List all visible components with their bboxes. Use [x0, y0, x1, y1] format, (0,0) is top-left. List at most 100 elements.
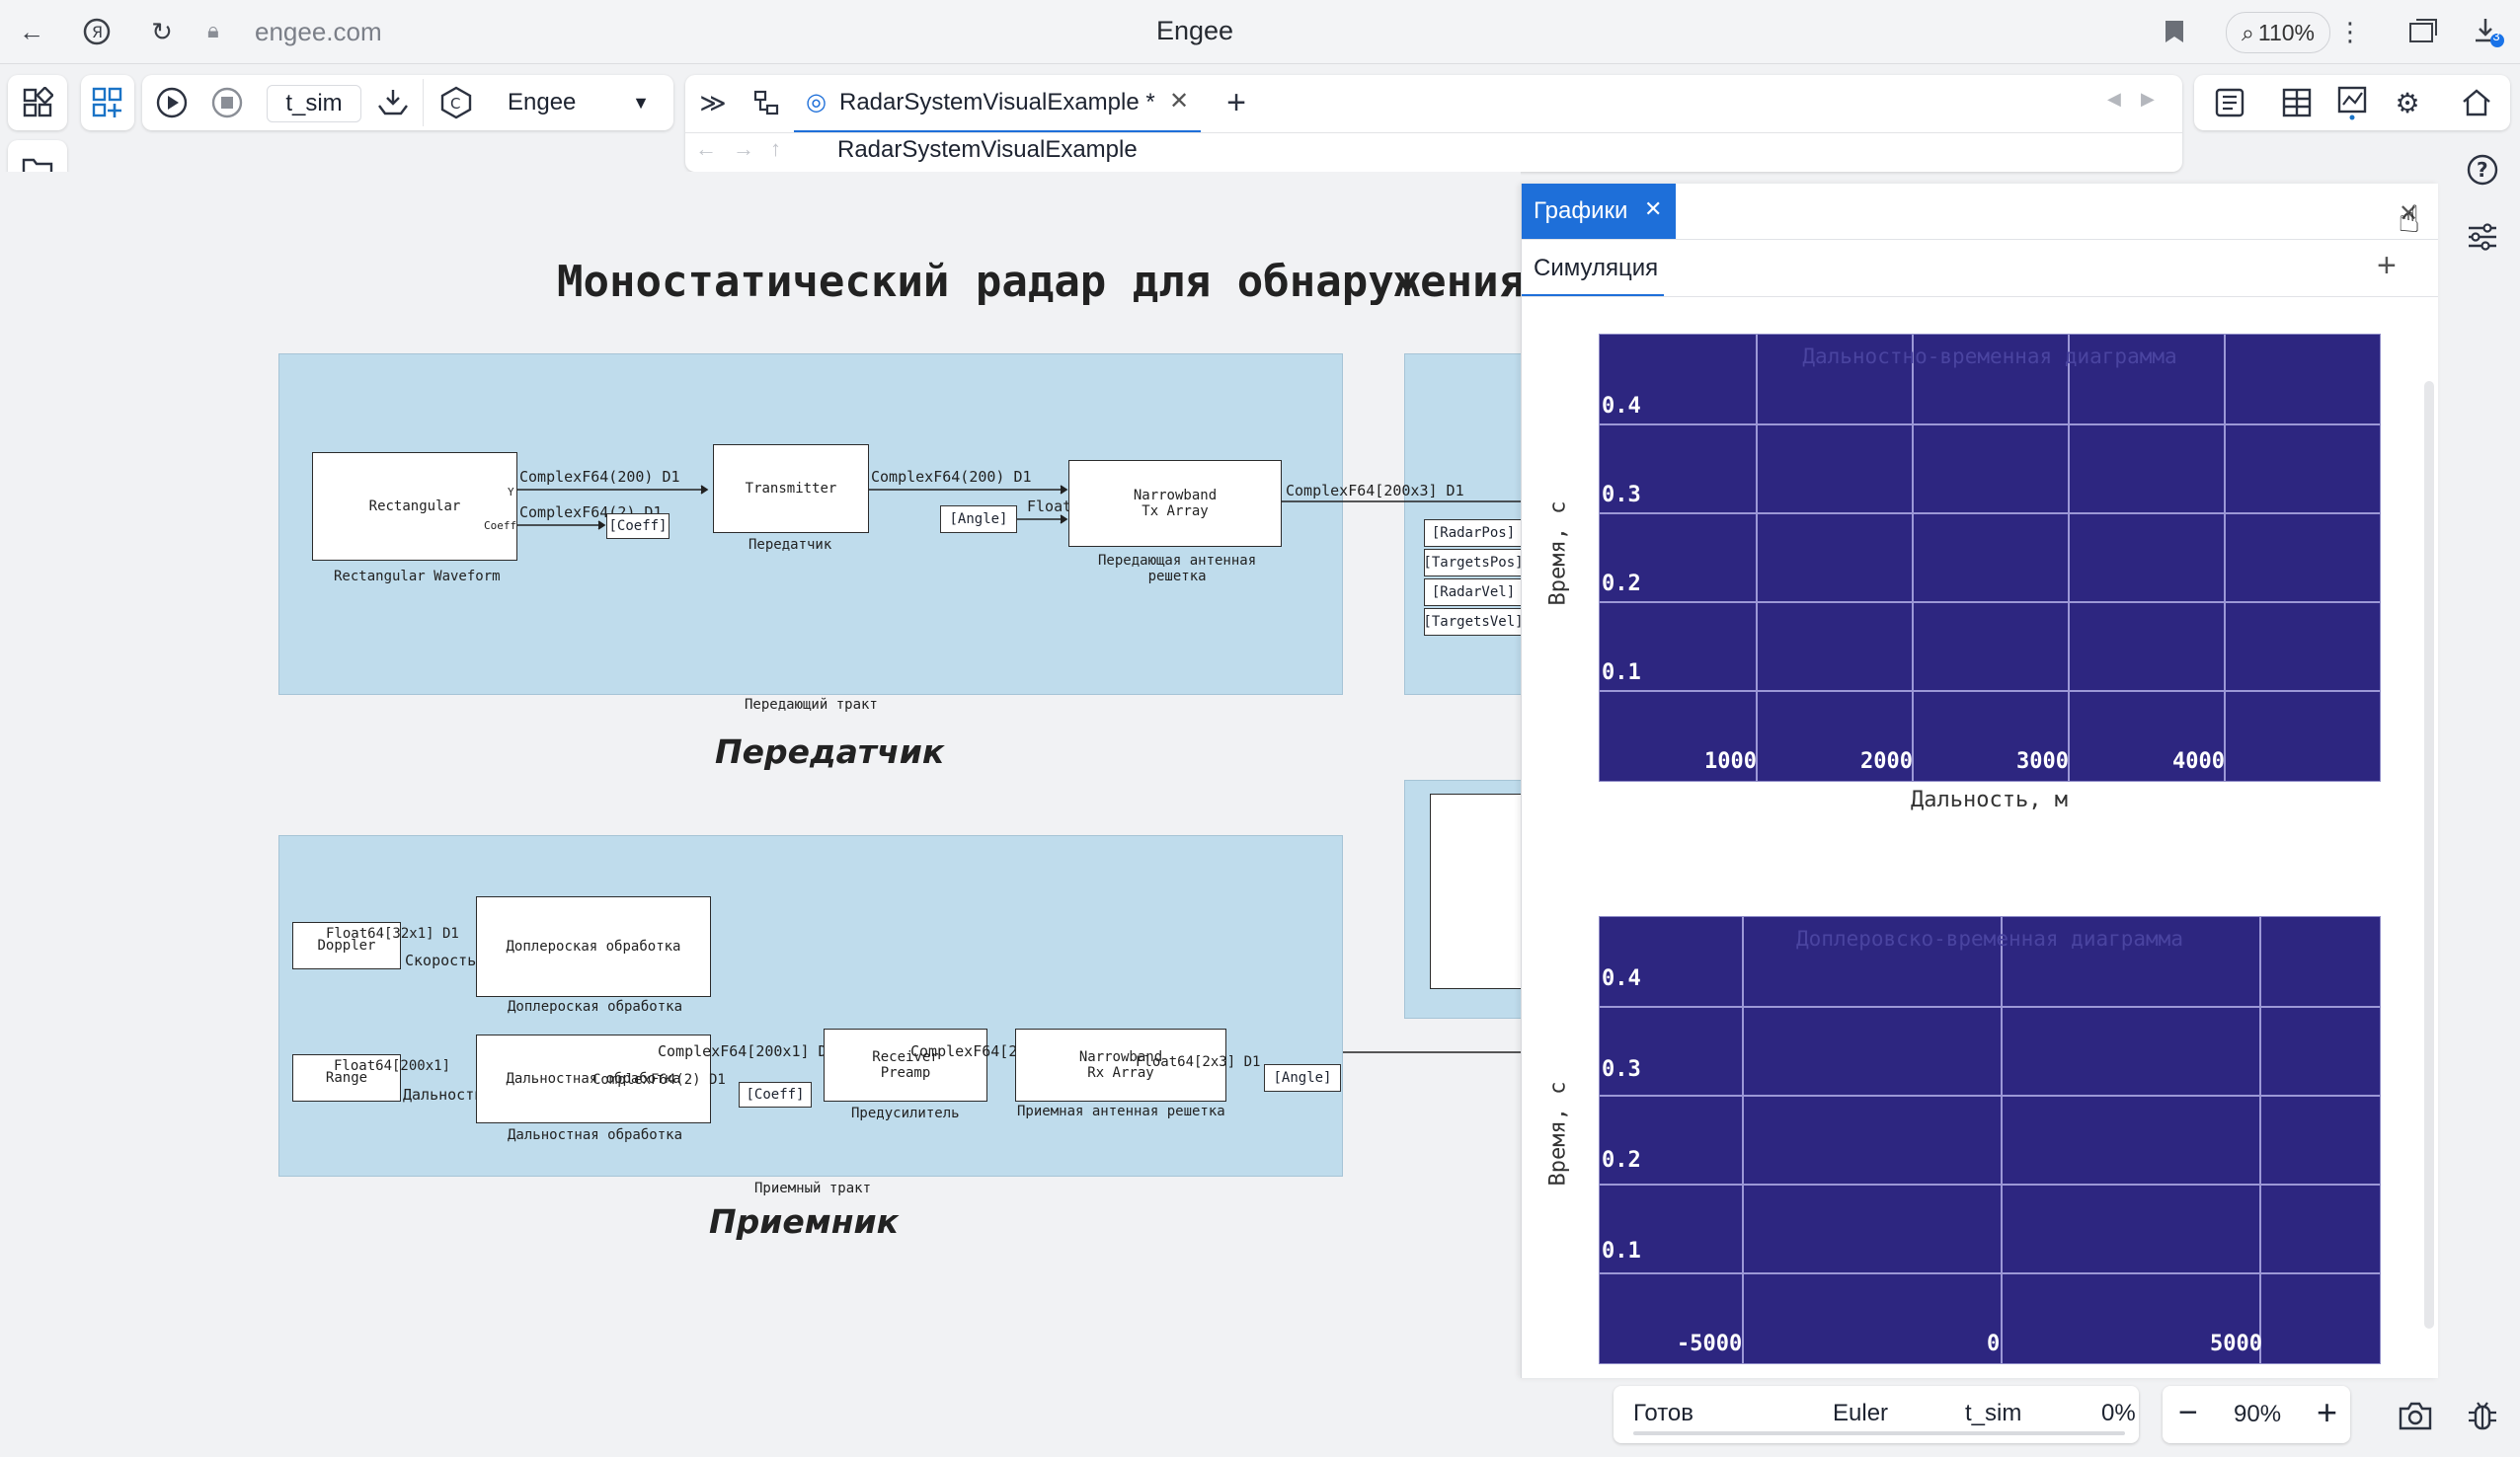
scroll-tabs-right-icon[interactable]: ▶: [2141, 89, 2155, 110]
angle-from-tag[interactable]: [Angle]: [940, 505, 1017, 533]
divider: [423, 79, 424, 126]
doppler-time-plot[interactable]: Доплеровско-временная диаграмма 0.4 0.3 …: [1599, 916, 2381, 1364]
y-axis-label: Время, с: [1545, 1081, 1571, 1187]
stop-icon[interactable]: [205, 81, 249, 124]
target-block[interactable]: [1430, 794, 1523, 989]
goto-tag[interactable]: [RadarVel]: [1424, 578, 1523, 606]
close-graphs-icon[interactable]: ✕: [1644, 196, 1662, 222]
debug-bug-icon[interactable]: [2461, 1394, 2504, 1437]
more-menu-icon[interactable]: ⋮: [2332, 14, 2368, 49]
svg-text:C: C: [450, 95, 460, 113]
chevron-down-icon: ▼: [632, 92, 650, 113]
coeff-from-tag[interactable]: [Coeff]: [739, 1082, 812, 1108]
receiver-preamp-block[interactable]: Receiver Preamp: [824, 1029, 987, 1102]
goto-tag[interactable]: [TargetsVel]: [1423, 608, 1524, 636]
x-tick: 5000: [2210, 1332, 2262, 1356]
svg-text:?: ?: [2477, 158, 2488, 182]
tx-array-caption: Передающая антенная решетка: [1098, 553, 1257, 584]
goto-tag[interactable]: [TargetsPos]: [1423, 549, 1524, 576]
scroll-tabs-left-icon[interactable]: ◀: [2107, 89, 2121, 110]
tab-graphs[interactable]: Графики ✕: [1522, 184, 1676, 239]
sim-time-field[interactable]: t_sim: [267, 85, 361, 122]
x-tick: 3000: [2016, 749, 2069, 774]
add-tab-icon[interactable]: +: [1215, 81, 1258, 124]
receiver-region-label: Приемный тракт: [754, 1181, 872, 1196]
collapse-icon[interactable]: ≫: [691, 81, 735, 124]
table-icon[interactable]: [2275, 81, 2319, 124]
model-canvas[interactable]: Моностатический радар для обнаружения Пе…: [0, 172, 1535, 1457]
plot-title: Дальностно-временная диаграмма: [1802, 345, 2177, 368]
receiver-region[interactable]: [278, 835, 1343, 1177]
filters-icon[interactable]: [2461, 215, 2504, 259]
tabs-icon[interactable]: [2405, 14, 2441, 49]
signal-label: ComplexF64[200x1] D1: [658, 1042, 836, 1060]
nav-arrows[interactable]: ←→↑: [695, 136, 797, 162]
signal-label: Float64[200x1]: [334, 1058, 451, 1074]
signal-lines: [397, 485, 1521, 1099]
port-label: Coeff: [484, 519, 517, 532]
transmitter-block[interactable]: Transmitter: [713, 444, 869, 533]
breadcrumb[interactable]: RadarSystemVisualExample: [837, 136, 1138, 164]
tab-simulation[interactable]: Симуляция: [1522, 241, 1664, 297]
x-axis-label: Дальность, м: [1911, 788, 2068, 812]
x-tick: -5000: [1677, 1332, 1743, 1356]
y-tick: 0.4: [1602, 394, 1641, 419]
plot-title: Доплеровско-временная диаграмма: [1796, 927, 2183, 951]
graphs-scrollbar[interactable]: [2424, 381, 2434, 1329]
run-icon[interactable]: [150, 81, 194, 124]
progress-bar: [1633, 1431, 2125, 1435]
window-title: Engee: [1155, 16, 1234, 45]
signal-label: ComplexF64[200x3] D1: [1286, 482, 1464, 499]
simulation-toolbar: t_sim C Engee ▼: [142, 75, 673, 130]
x-tick: 2000: [1860, 749, 1913, 774]
simulation-tab-label: Симуляция: [1534, 255, 1659, 281]
status-progress: 0%: [2101, 1400, 2136, 1426]
status-solver: Euler: [1833, 1400, 1889, 1426]
doppler-caption: Доплероская обработка: [508, 999, 683, 1015]
model-explorer-icon[interactable]: [2208, 81, 2251, 124]
rectangular-waveform-block[interactable]: Rectangular: [312, 452, 517, 561]
model-tab-icon: ◎: [806, 89, 827, 115]
y-tick: 0.2: [1602, 572, 1641, 596]
angle-from-tag[interactable]: [Angle]: [1264, 1064, 1341, 1092]
status-bar: Готов Euler t_sim 0%: [1614, 1386, 2139, 1443]
add-plot-icon[interactable]: +: [2377, 247, 2397, 285]
status-state: Готов: [1633, 1400, 1694, 1426]
zoom-control: − 90% +: [2163, 1386, 2350, 1443]
divider: [685, 132, 2182, 133]
x-tick: 1000: [1704, 749, 1757, 774]
receiver-section-title: Приемник: [709, 1202, 900, 1241]
hierarchy-icon[interactable]: [745, 81, 788, 124]
graphs-icon[interactable]: [2330, 81, 2374, 124]
home-icon[interactable]: [2455, 81, 2498, 124]
speed-label: Скорость: [405, 952, 477, 969]
zoom-in-button[interactable]: +: [2317, 1392, 2337, 1433]
goto-tag[interactable]: [RadarPos]: [1424, 519, 1523, 547]
right-toolbar: ⚙: [2194, 75, 2510, 130]
tx-array-block[interactable]: Narrowband Tx Array: [1068, 460, 1282, 547]
engine-select[interactable]: Engee ▼: [496, 81, 664, 124]
deploy-icon[interactable]: [371, 81, 415, 124]
bookmark-icon[interactable]: [2157, 14, 2192, 49]
apps-panel: [8, 75, 67, 130]
y-tick: 0.3: [1602, 1057, 1641, 1082]
signal-label: ComplexF64(200) D1: [519, 468, 680, 486]
y-tick: 0.3: [1602, 483, 1641, 507]
settings-gear-icon[interactable]: ⚙: [2386, 81, 2429, 124]
browser-zoom[interactable]: ⌕ 110%: [2226, 12, 2330, 53]
range-time-plot[interactable]: Дальностно-временная диаграмма 0.4 0.3 0…: [1599, 334, 2381, 782]
blocks-library-icon[interactable]: [16, 81, 59, 124]
hand-cursor-icon: ☝: [2398, 199, 2421, 241]
camera-icon[interactable]: [2394, 1394, 2437, 1437]
tab-radar-system[interactable]: ◎ RadarSystemVisualExample * ✕: [794, 75, 1201, 133]
coeff-goto-tag[interactable]: [Coeff]: [606, 513, 669, 539]
help-icon[interactable]: ?: [2461, 148, 2504, 192]
add-apps-icon[interactable]: [86, 81, 129, 124]
doppler-processing-block[interactable]: Доплероская обработка: [476, 896, 711, 997]
close-tab-icon[interactable]: ✕: [1169, 87, 1189, 115]
signal-label: ComplexF64(2) D1: [592, 1072, 726, 1088]
y-tick: 0.2: [1602, 1148, 1641, 1173]
codegen-icon[interactable]: C: [434, 81, 478, 124]
y-tick: 0.4: [1602, 966, 1641, 991]
zoom-out-button[interactable]: −: [2178, 1394, 2198, 1432]
